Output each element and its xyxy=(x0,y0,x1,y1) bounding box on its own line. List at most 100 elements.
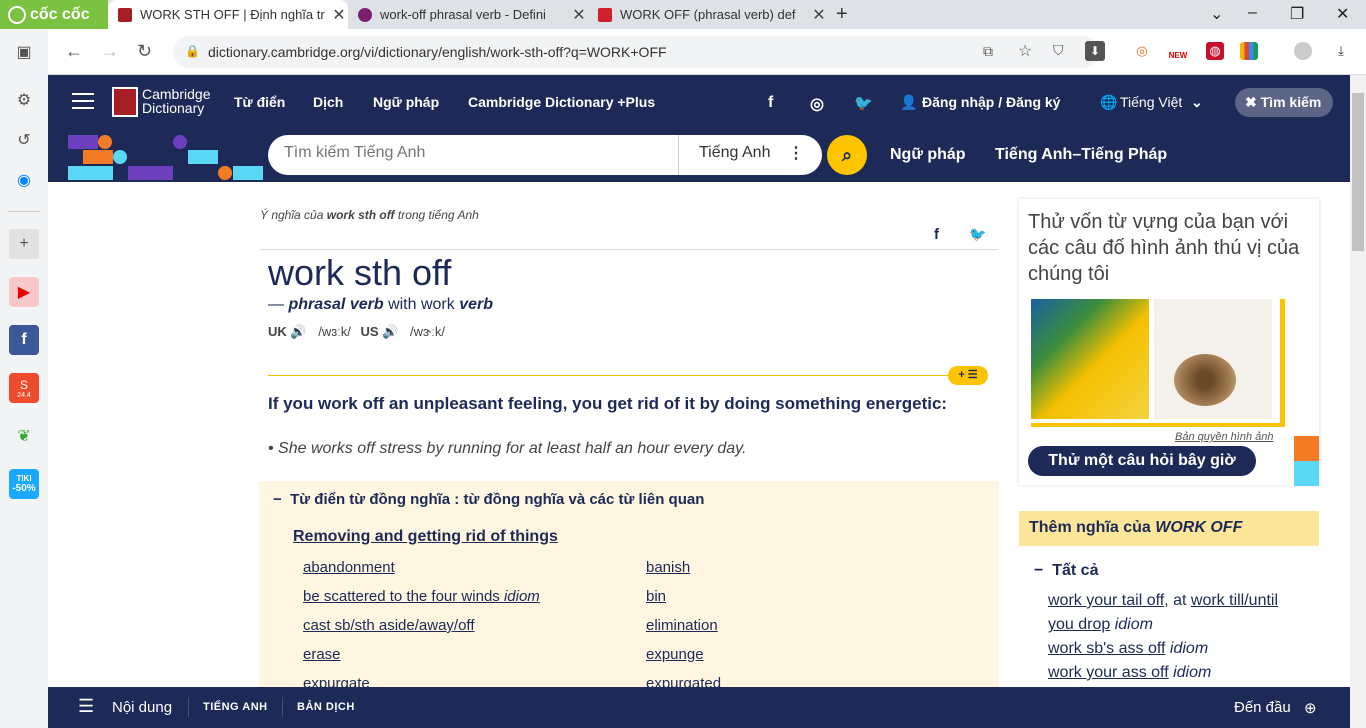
tab-work-sth-off[interactable]: WORK STH OFF | Định nghĩa tr ✕ xyxy=(108,0,348,29)
nav-dictionary[interactable]: Từ điển xyxy=(234,94,285,110)
facebook-icon[interactable]: f xyxy=(768,94,773,112)
tab-work-off-oxford[interactable]: work-off phrasal verb - Defini ✕ xyxy=(348,0,588,29)
add-to-wordlist-button[interactable]: + ☰ xyxy=(948,366,988,385)
us-audio-icon[interactable]: 🔊 xyxy=(382,324,398,339)
menu-icon[interactable] xyxy=(72,93,94,109)
nav-grammar[interactable]: Ngữ pháp xyxy=(373,94,439,110)
settings-icon[interactable]: ⚙ xyxy=(9,85,39,115)
related-link[interactable]: work sb's ass off xyxy=(1048,640,1165,657)
youtube-icon[interactable]: ▶ xyxy=(9,277,39,307)
share-facebook-icon[interactable]: f xyxy=(934,226,939,243)
thesaurus-word[interactable]: cast sb/sth aside/away/off xyxy=(303,617,474,634)
profile-avatar[interactable] xyxy=(1294,42,1312,60)
thesaurus-header[interactable]: − Từ điển từ đồng nghĩa : từ đồng nghĩa … xyxy=(273,491,704,508)
thesaurus-word[interactable]: expurgated xyxy=(646,675,721,687)
tab-work-off-macmillan[interactable]: WORK OFF (phrasal verb) def ✕ xyxy=(588,0,828,29)
close-tab-icon[interactable]: ✕ xyxy=(810,5,828,25)
back-icon[interactable]: ← xyxy=(65,41,83,62)
thesaurus-word[interactable]: elimination xyxy=(646,617,718,634)
cambridge-crest-icon[interactable] xyxy=(112,87,138,117)
tab-english[interactable]: TIẾNG ANH xyxy=(203,701,268,713)
new-ext-icon[interactable]: NEW xyxy=(1166,42,1190,60)
grammar-link[interactable]: Ngữ pháp xyxy=(890,146,966,164)
contents-menu-icon[interactable]: ☰ xyxy=(78,696,94,717)
thesaurus-word[interactable]: expunge xyxy=(646,646,704,663)
close-tab-icon[interactable]: ✕ xyxy=(330,5,348,25)
share-twitter-icon[interactable]: 🐦 xyxy=(969,226,986,243)
thesaurus-word[interactable]: be scattered to the four winds idiom xyxy=(303,588,540,605)
site-logo[interactable]: Cambridge Dictionary xyxy=(142,87,210,115)
nav-plus[interactable]: Cambridge Dictionary +Plus xyxy=(468,94,655,110)
shopee-icon[interactable]: S 24.4 xyxy=(9,373,39,403)
us-ipa: /wɝːk/ xyxy=(410,324,445,339)
thesaurus-subtitle[interactable]: Removing and getting rid of things xyxy=(293,528,558,546)
forward-icon[interactable]: → xyxy=(101,41,119,62)
url-bar[interactable]: 🔒 dictionary.cambridge.org/vi/dictionary… xyxy=(173,36,1105,68)
grid-ext-icon[interactable] xyxy=(1240,42,1258,60)
to-top-link[interactable]: Đến đầu xyxy=(1234,699,1291,716)
search-input[interactable] xyxy=(284,144,664,162)
parrot-image[interactable] xyxy=(1031,299,1149,419)
minimize-button[interactable]: – xyxy=(1248,4,1257,22)
search-button[interactable]: ⌕ xyxy=(827,135,867,175)
thesaurus-word[interactable]: bin xyxy=(646,588,666,605)
scrollbar-thumb[interactable] xyxy=(1352,93,1364,251)
user-icon[interactable]: 👤 xyxy=(900,94,917,111)
uk-audio-icon[interactable]: 🔊 xyxy=(290,324,306,339)
thesaurus-word[interactable]: banish xyxy=(646,559,690,576)
nav-translate[interactable]: Dịch xyxy=(313,94,343,110)
collapse-icon[interactable]: − xyxy=(273,491,282,508)
tab-search-icon[interactable]: ⌄ xyxy=(1210,4,1223,24)
decor-shape xyxy=(113,150,127,164)
try-quiz-button[interactable]: Thử một câu hỏi bây giờ xyxy=(1028,446,1256,476)
snail-image[interactable] xyxy=(1154,299,1272,419)
downloads-icon[interactable]: ⤓ xyxy=(1332,42,1350,60)
contents-link[interactable]: Nội dung xyxy=(112,699,172,716)
thesaurus-word[interactable]: abandonment xyxy=(303,559,395,576)
new-tab-button[interactable]: + xyxy=(836,3,848,26)
twitter-icon[interactable]: 🐦 xyxy=(854,94,873,112)
close-tab-icon[interactable]: ✕ xyxy=(570,5,588,25)
related-link[interactable]: you drop xyxy=(1048,616,1110,633)
cambridge-favicon-icon xyxy=(118,7,132,22)
instagram-icon[interactable]: ◎ xyxy=(810,94,824,114)
maximize-button[interactable]: ❐ xyxy=(1290,4,1304,24)
globe-icon[interactable]: 🌐 xyxy=(1100,94,1117,111)
sidebar-toggle-icon[interactable]: ▣ xyxy=(9,37,39,67)
all-toggle[interactable]: − Tất cả xyxy=(1034,562,1098,580)
page-scrollbar[interactable] xyxy=(1350,75,1366,728)
related-link[interactable]: work your tail off xyxy=(1048,592,1164,609)
history-icon[interactable]: ↺ xyxy=(9,125,39,155)
add-app-icon[interactable]: + xyxy=(9,229,39,259)
login-link[interactable]: Đăng nhập / Đăng ký xyxy=(922,94,1060,110)
language-select[interactable]: Tiếng Việt xyxy=(1120,94,1182,110)
image-credit-link[interactable]: Bản quyền hình ảnh xyxy=(1175,431,1273,443)
related-link[interactable]: work till/until xyxy=(1191,592,1278,609)
tab-translation[interactable]: BẢN DỊCH xyxy=(297,701,355,713)
search-toggle-button[interactable]: ✖ Tìm kiếm xyxy=(1235,88,1333,117)
collapse-icon[interactable]: − xyxy=(1034,562,1043,579)
english-french-link[interactable]: Tiếng Anh–Tiếng Pháp xyxy=(995,146,1167,164)
facebook-app-icon[interactable]: f xyxy=(9,325,39,355)
more-options-icon[interactable]: ⋮ xyxy=(788,143,804,163)
coccoc-menu-button[interactable]: cốc cốc xyxy=(0,0,108,29)
search-language-select[interactable]: Tiếng Anh ⋮ xyxy=(678,135,822,175)
tiki-icon[interactable]: TIKI -50% xyxy=(9,469,39,499)
arrow-up-icon[interactable]: ⊕ xyxy=(1304,699,1317,717)
red-ext-icon[interactable]: ◍ xyxy=(1206,42,1224,60)
chevron-down-icon[interactable]: ⌄ xyxy=(1191,94,1203,111)
thesaurus-word[interactable]: expurgate xyxy=(303,675,370,687)
bookmark-star-icon[interactable]: ☆ xyxy=(1018,41,1032,61)
url-text[interactable]: dictionary.cambridge.org/vi/dictionary/e… xyxy=(208,44,667,60)
related-link[interactable]: work your ass off xyxy=(1048,664,1169,681)
messenger-icon[interactable]: ◉ xyxy=(9,165,39,195)
translate-icon[interactable]: ⧉ xyxy=(983,43,993,60)
lock-icon[interactable]: 🔒 xyxy=(185,44,200,58)
download-page-icon[interactable]: ⬇ xyxy=(1085,41,1105,61)
shield-icon[interactable]: ⛉ xyxy=(1053,42,1064,59)
reload-icon[interactable]: ↻ xyxy=(137,41,152,62)
close-window-button[interactable]: ✕ xyxy=(1336,4,1349,24)
leaf-icon[interactable]: ❦ xyxy=(9,421,39,451)
coccoc-ext-icon[interactable]: ◎ xyxy=(1133,42,1151,60)
thesaurus-word[interactable]: erase xyxy=(303,646,341,663)
